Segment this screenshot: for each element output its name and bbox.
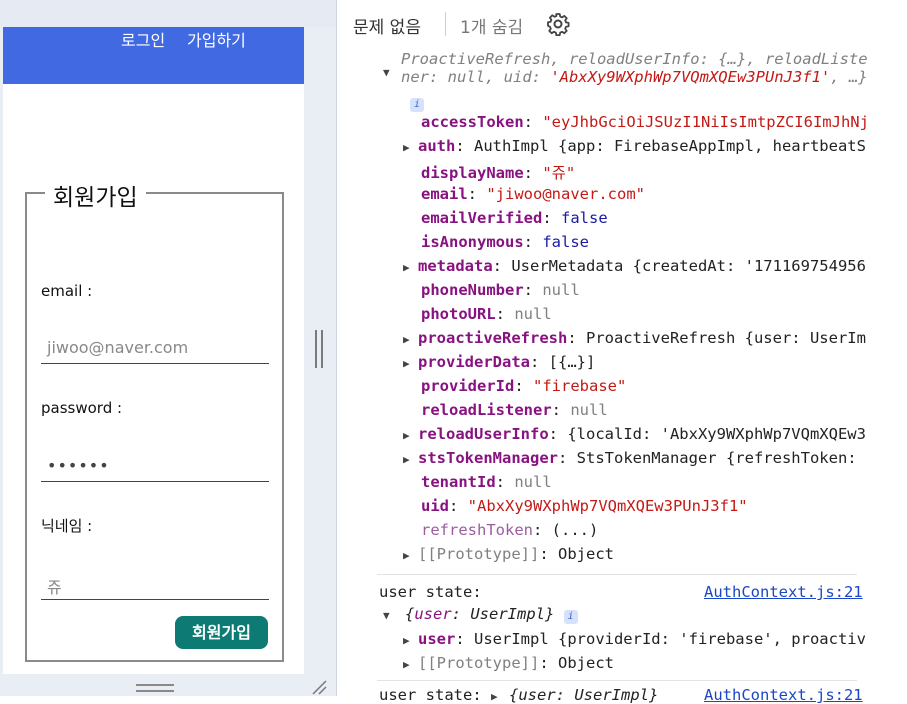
signup-fieldset: 회원가입 email : jiwoo@naver.com password : … bbox=[25, 178, 284, 662]
expand-arrow-icon[interactable]: ▶ bbox=[403, 357, 410, 370]
hidden-count[interactable]: 1개 숨김 bbox=[460, 13, 523, 38]
log-summary: {user: UserImpl} i bbox=[405, 605, 578, 624]
collapse-arrow-icon[interactable]: ▼ bbox=[383, 66, 390, 79]
password-label: password : bbox=[41, 399, 123, 417]
property-auth[interactable]: auth: AuthImpl {app: FirebaseAppImpl, he… bbox=[418, 137, 866, 155]
nickname-label: 닉네임 : bbox=[41, 517, 93, 535]
log-label: user state: bbox=[379, 583, 482, 601]
property-uid: uid: "AbxXy9WXphWp7VQmXQEw3PUnJ3f1" bbox=[421, 497, 748, 515]
object-header-line2: ner: null, uid: 'AbxXy9WXphWp7VQmXQEw3PU… bbox=[401, 68, 868, 86]
user-property[interactable]: user: UserImpl {providerId: 'firebase', … bbox=[418, 630, 866, 648]
email-field-value: jiwoo@naver.com bbox=[47, 338, 189, 357]
property-tenantid: tenantId: null bbox=[421, 473, 552, 491]
expand-arrow-icon[interactable]: ▶ bbox=[403, 658, 410, 671]
app-viewport: 로그인 가입하기 회원가입 email : jiwoo@naver.com pa… bbox=[3, 27, 304, 674]
expand-arrow-icon[interactable]: ▶ bbox=[403, 453, 410, 466]
console-scrollbar[interactable] bbox=[899, 46, 907, 696]
nav-signup-link[interactable]: 가입하기 bbox=[187, 27, 246, 51]
console-toolbar: 문제 없음 1개 숨김 bbox=[337, 0, 907, 48]
viewport-bottom-resize-handle[interactable] bbox=[136, 684, 174, 692]
property-photourl: photoURL: null bbox=[421, 305, 552, 323]
property-refreshtoken: refreshToken: (...) bbox=[421, 521, 599, 539]
nav-login-link[interactable]: 로그인 bbox=[121, 27, 165, 51]
devtools-panel: 문제 없음 1개 숨김 ProactiveRefresh, reloadUser… bbox=[336, 0, 907, 704]
expand-arrow-icon[interactable]: ▶ bbox=[403, 333, 410, 346]
toolbar-divider bbox=[445, 12, 446, 36]
source-link[interactable]: AuthContext.js:21 bbox=[704, 686, 863, 704]
expand-arrow-icon[interactable]: ▶ bbox=[403, 549, 410, 562]
app-header: 로그인 가입하기 bbox=[3, 27, 304, 84]
property-email: email: "jiwoo@naver.com" bbox=[421, 185, 645, 203]
property-ststokenmanager[interactable]: stsTokenManager: StsTokenManager {refres… bbox=[418, 449, 866, 467]
property-providerdata[interactable]: providerData: [{…}] bbox=[418, 353, 866, 371]
form-legend: 회원가입 bbox=[45, 178, 146, 212]
property-providerid: providerId: "firebase" bbox=[421, 377, 627, 395]
console-output: ProactiveRefresh, reloadUserInfo: {…}, r… bbox=[337, 46, 907, 704]
log-label: user state: bbox=[379, 686, 482, 704]
issues-status[interactable]: 문제 없음 bbox=[353, 13, 421, 38]
property-prototype[interactable]: [[Prototype]]: Object bbox=[418, 545, 866, 563]
preview-top-strip bbox=[0, 0, 336, 27]
corner-resize-icon[interactable] bbox=[309, 677, 327, 695]
password-field[interactable]: •••••• bbox=[41, 451, 269, 482]
property-metadata[interactable]: metadata: UserMetadata {createdAt: '1711… bbox=[418, 257, 866, 275]
property-accesstoken: accessToken: "eyJhbGciOiJSUzI1NiIsImtpZC… bbox=[421, 113, 869, 131]
expand-arrow-icon[interactable]: ▶ bbox=[403, 429, 410, 442]
property-phonenumber: phoneNumber: null bbox=[421, 281, 580, 299]
property-proactiverefresh[interactable]: proactiveRefresh: ProactiveRefresh {user… bbox=[418, 329, 866, 347]
prototype-property[interactable]: [[Prototype]]: Object bbox=[418, 654, 614, 672]
pane-resize-handle[interactable] bbox=[315, 330, 324, 368]
log-divider bbox=[377, 680, 857, 681]
nickname-field-value: 쥬 bbox=[47, 578, 62, 597]
collapse-arrow-icon[interactable]: ▼ bbox=[383, 609, 390, 622]
signup-submit-button[interactable]: 회원가입 bbox=[175, 616, 268, 649]
property-isanonymous: isAnonymous: false bbox=[421, 233, 589, 251]
nickname-field[interactable]: 쥬 bbox=[41, 569, 269, 600]
preview-pane: 로그인 가입하기 회원가입 email : jiwoo@naver.com pa… bbox=[0, 0, 336, 696]
info-badge: i bbox=[563, 610, 578, 624]
log-divider bbox=[377, 574, 857, 575]
gear-icon[interactable] bbox=[546, 12, 570, 36]
log-summary: {user: UserImpl} bbox=[509, 686, 659, 704]
expand-arrow-icon[interactable]: ▶ bbox=[403, 634, 410, 647]
expand-arrow-icon[interactable]: ▶ bbox=[403, 261, 410, 274]
object-header-line1: ProactiveRefresh, reloadUserInfo: {…}, r… bbox=[401, 50, 868, 68]
email-label: email : bbox=[41, 282, 93, 300]
property-reloadlistener: reloadListener: null bbox=[421, 401, 608, 419]
email-field[interactable]: jiwoo@naver.com bbox=[41, 333, 269, 364]
source-link[interactable]: AuthContext.js:21 bbox=[704, 583, 863, 601]
property-displayname: displayName: "쥬" bbox=[421, 164, 576, 182]
expand-arrow-icon[interactable]: ▶ bbox=[491, 690, 498, 703]
expand-arrow-icon[interactable]: ▶ bbox=[403, 141, 410, 154]
property-reloaduserinfo[interactable]: reloadUserInfo: {localId: 'AbxXy9WXphWp7… bbox=[418, 425, 866, 443]
info-badge[interactable]: i bbox=[410, 93, 424, 112]
property-emailverified: emailVerified: false bbox=[421, 209, 608, 227]
password-field-value: •••••• bbox=[47, 456, 110, 475]
